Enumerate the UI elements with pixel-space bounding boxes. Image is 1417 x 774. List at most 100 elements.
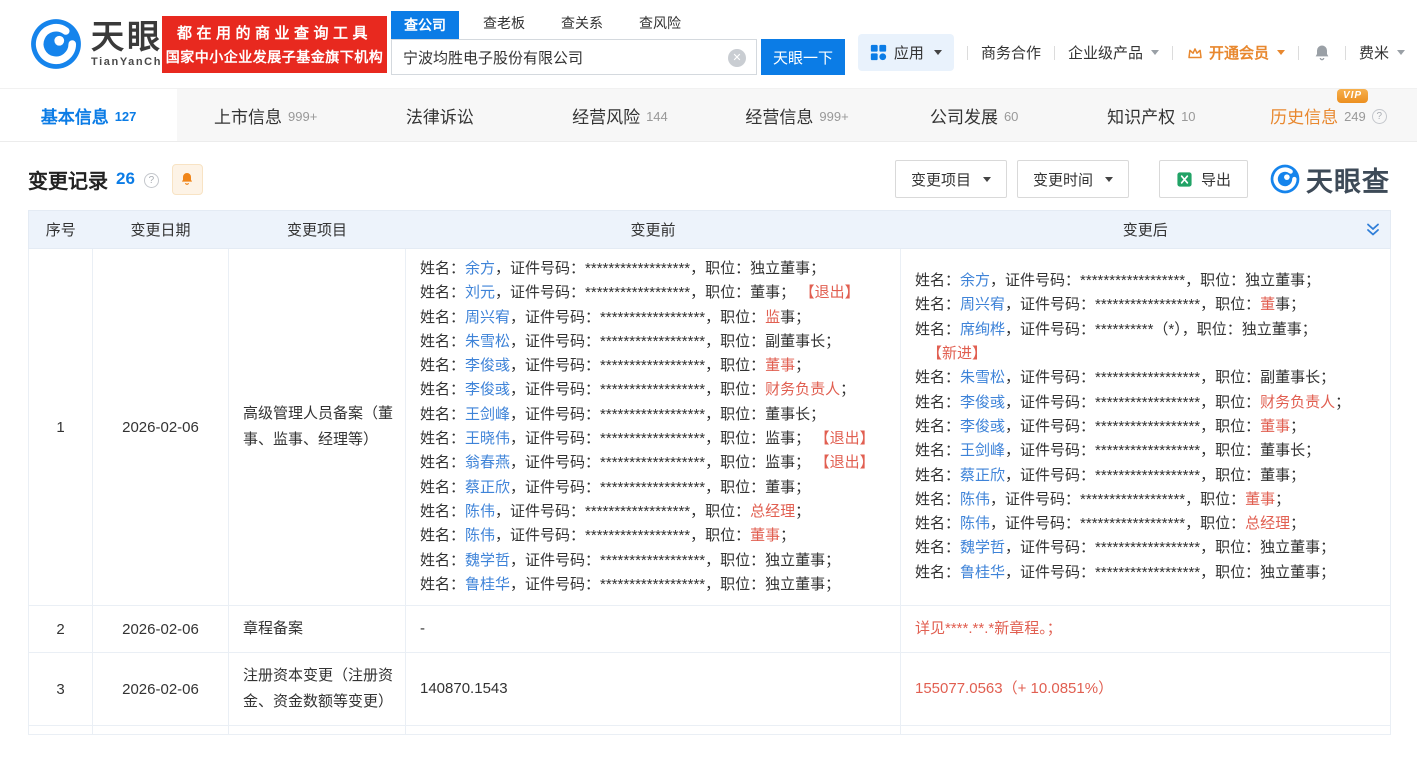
- business-cooperation-link[interactable]: 商务合作: [981, 42, 1041, 63]
- masked-id-number: ******************: [600, 406, 705, 423]
- table-row: [29, 726, 1391, 735]
- change-entry: 姓名：魏学哲，证件号码：******************，职位：独立董事；: [420, 549, 886, 573]
- search-tabs: 查公司 查老板 查关系 查风险: [391, 12, 845, 39]
- tab-business-info[interactable]: 经营信息 999+: [709, 89, 886, 141]
- table-row: 3 2026-02-06 注册资本变更（注册资金、资金数额等变更） 140870…: [29, 653, 1391, 726]
- masked-id-number: ******************: [1080, 515, 1185, 532]
- person-link[interactable]: 鲁桂华: [465, 576, 510, 593]
- field-label: ，职位：: [690, 503, 750, 520]
- position-value: 董事: [750, 527, 780, 544]
- person-link[interactable]: 蔡正欣: [960, 467, 1005, 484]
- chevron-down-icon: [1397, 50, 1405, 55]
- search-button[interactable]: 天眼一下: [761, 39, 845, 75]
- field-label: ，职位：: [1200, 418, 1260, 435]
- person-link[interactable]: 余方: [960, 272, 990, 289]
- person-link[interactable]: 李俊彧: [960, 418, 1005, 435]
- clear-icon[interactable]: ✕: [728, 49, 746, 67]
- notification-bell-icon[interactable]: [1312, 43, 1332, 63]
- position-value: 独立董事: [750, 260, 810, 277]
- tab-basic-info[interactable]: 基本信息 127: [0, 89, 177, 141]
- bell-icon: [179, 171, 195, 187]
- field-label: 姓名：: [420, 260, 465, 277]
- field-label: ，职位：: [1200, 394, 1260, 411]
- person-link[interactable]: 朱雪松: [960, 369, 1005, 386]
- person-link[interactable]: 魏学哲: [465, 552, 510, 569]
- position-value: 董事: [765, 479, 795, 496]
- filter-change-time-dropdown[interactable]: 变更时间: [1017, 160, 1129, 198]
- monitor-bell-button[interactable]: [172, 164, 203, 195]
- field-label: ，证件号码：: [510, 479, 600, 496]
- change-date: 2026-02-06: [93, 249, 229, 606]
- position-value: 独立董事: [1242, 321, 1302, 338]
- person-link[interactable]: 陈伟: [960, 491, 990, 508]
- crown-icon: [1186, 44, 1204, 62]
- search-input[interactable]: [392, 40, 756, 74]
- person-link[interactable]: 席绚桦: [960, 321, 1005, 338]
- field-label: ，证件号码：: [510, 430, 600, 447]
- person-link[interactable]: 余方: [465, 260, 495, 277]
- change-entry: 姓名：陈伟，证件号码：******************，职位：总经理；: [420, 500, 886, 524]
- person-link[interactable]: 周兴宥: [960, 296, 1005, 313]
- field-label: ，职位：: [1185, 515, 1245, 532]
- tab-company-development[interactable]: 公司发展 60: [886, 89, 1063, 141]
- export-button[interactable]: 导出: [1159, 160, 1248, 198]
- person-link[interactable]: 陈伟: [465, 503, 495, 520]
- person-link[interactable]: 蔡正欣: [465, 479, 510, 496]
- person-link[interactable]: 王剑峰: [960, 442, 1005, 459]
- person-link[interactable]: 魏学哲: [960, 539, 1005, 556]
- tab-intellectual-property[interactable]: 知识产权 10: [1063, 89, 1240, 141]
- masked-id-number: ******************: [600, 309, 705, 326]
- person-link[interactable]: 鲁桂华: [960, 564, 1005, 581]
- position-value: 总经理: [750, 503, 795, 520]
- search-tab-relations[interactable]: 查关系: [561, 13, 603, 39]
- search-tab-company[interactable]: 查公司: [391, 11, 459, 39]
- tab-legal-proceedings[interactable]: 法律诉讼: [354, 89, 531, 141]
- enterprise-products-menu[interactable]: 企业级产品: [1068, 42, 1159, 63]
- person-link[interactable]: 翁春燕: [465, 454, 510, 471]
- apps-menu[interactable]: 应用: [858, 34, 954, 71]
- person-link[interactable]: 陈伟: [465, 527, 495, 544]
- change-entry: 姓名：王剑峰，证件号码：******************，职位：董事长；: [420, 403, 886, 427]
- help-icon[interactable]: ?: [144, 173, 159, 188]
- help-icon[interactable]: ?: [1372, 109, 1387, 124]
- field-label: 姓名：: [420, 503, 465, 520]
- person-link[interactable]: 王剑峰: [465, 406, 510, 423]
- position-value: 副董事长: [765, 333, 825, 350]
- user-menu[interactable]: 费米: [1359, 42, 1405, 63]
- person-link[interactable]: 周兴宥: [465, 309, 510, 326]
- search-tab-risk[interactable]: 查风险: [639, 13, 681, 39]
- field-label: ，证件号码：: [1005, 296, 1095, 313]
- tab-label: 历史信息: [1270, 108, 1338, 127]
- position-value: 监: [765, 309, 780, 326]
- change-entry: 姓名：翁春燕，证件号码：******************，职位：监事；【退出…: [420, 451, 886, 475]
- open-vip-menu[interactable]: 开通会员: [1186, 42, 1285, 63]
- filter-change-project-dropdown[interactable]: 变更项目: [895, 160, 1007, 198]
- field-label: 姓名：: [915, 394, 960, 411]
- search-tab-boss[interactable]: 查老板: [483, 13, 525, 39]
- change-entry: 姓名：鲁桂华，证件号码：******************，职位：独立董事；: [915, 561, 1376, 585]
- separator-text: ；: [795, 503, 810, 520]
- person-link[interactable]: 朱雪松: [465, 333, 510, 350]
- change-date: 2026-02-06: [93, 606, 229, 653]
- person-link[interactable]: 李俊彧: [465, 381, 510, 398]
- masked-id-number: ******************: [600, 430, 705, 447]
- tab-history-info[interactable]: 历史信息 VIP 249 ?: [1240, 89, 1417, 141]
- section-count: 26: [116, 169, 135, 189]
- field-label: 姓名：: [420, 406, 465, 423]
- person-link[interactable]: 陈伟: [960, 515, 990, 532]
- expand-all-icon[interactable]: [1365, 222, 1381, 238]
- change-entry: 姓名：余方，证件号码：******************，职位：独立董事；: [915, 269, 1376, 293]
- field-label: ，职位：: [705, 552, 765, 569]
- row-no: 3: [29, 653, 93, 726]
- person-link[interactable]: 李俊彧: [960, 394, 1005, 411]
- field-label: 姓名：: [420, 309, 465, 326]
- tab-listing-info[interactable]: 上市信息 999+: [177, 89, 354, 141]
- person-link[interactable]: 李俊彧: [465, 357, 510, 374]
- username: 费米: [1359, 42, 1389, 63]
- tab-operational-risk[interactable]: 经营风险 144: [531, 89, 708, 141]
- separator-text: ；: [1275, 491, 1290, 508]
- separator-text: ；: [1320, 539, 1335, 556]
- separator-text: ；: [810, 260, 825, 277]
- person-link[interactable]: 王晓伟: [465, 430, 510, 447]
- person-link[interactable]: 刘元: [465, 284, 495, 301]
